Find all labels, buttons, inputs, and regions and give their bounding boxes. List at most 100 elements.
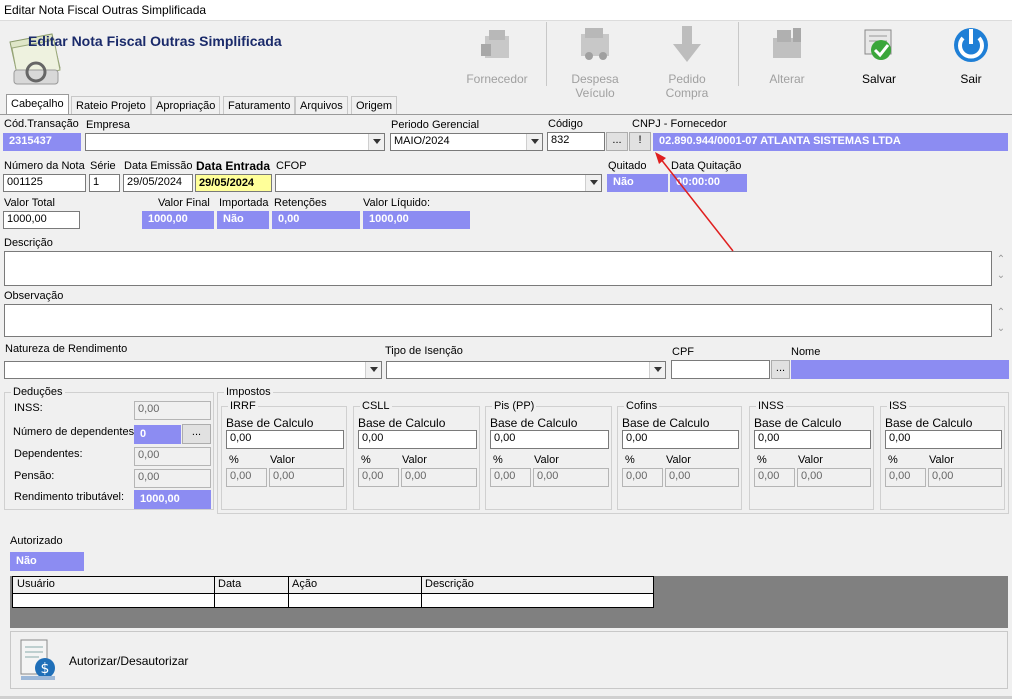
base-calculo-label: Base de Calculo <box>754 416 842 430</box>
scroll-arrows-icon[interactable]: ⌃ ⌄ <box>994 305 1008 337</box>
salvar-label: Salvar <box>861 72 896 86</box>
scroll-arrows-icon[interactable]: ⌃ ⌄ <box>994 252 1008 286</box>
importada-value: Não <box>217 211 269 229</box>
cpf-input[interactable] <box>671 360 770 379</box>
chevron-down-icon[interactable] <box>585 175 601 191</box>
descricao-textarea[interactable] <box>4 251 992 286</box>
autorizar-button[interactable]: $ Autorizar/Desautorizar <box>10 631 1008 689</box>
chevron-down-icon[interactable] <box>649 362 665 378</box>
supplier-icon <box>481 30 509 58</box>
sair-button[interactable]: Sair <box>930 22 1012 88</box>
periodo-select[interactable]: MAIO/2024 <box>390 133 543 151</box>
chevron-down-icon[interactable] <box>368 134 384 150</box>
serie-input[interactable]: 1 <box>89 174 120 192</box>
valor-input[interactable]: 0,00 <box>269 468 344 487</box>
percent-input[interactable]: 0,00 <box>754 468 795 487</box>
base-calculo-input[interactable]: 0,00 <box>490 430 609 449</box>
fornecedor-info-button[interactable]: ! <box>629 132 651 151</box>
valor-input[interactable]: 0,00 <box>533 468 609 487</box>
autorizado-label: Autorizado <box>10 535 63 547</box>
base-calculo-input[interactable]: 0,00 <box>226 430 344 449</box>
percent-input[interactable]: 0,00 <box>885 468 926 487</box>
periodo-label: Periodo Gerencial <box>391 119 480 131</box>
chevron-down-icon[interactable] <box>365 362 381 378</box>
data-emissao-input[interactable]: 29/05/2024 <box>123 174 193 192</box>
cod-transacao-value: 2315437 <box>3 133 81 151</box>
pensao-input[interactable]: 0,00 <box>134 469 211 488</box>
alterar-button[interactable]: Alterar <box>746 22 828 88</box>
tab-apropriacao[interactable]: Apropriação <box>151 96 221 114</box>
percent-label: % <box>757 454 767 466</box>
base-calculo-input[interactable]: 0,00 <box>754 430 871 449</box>
cfop-select[interactable] <box>275 174 602 192</box>
despesa-veiculo-button[interactable]: Despesa Veículo <box>554 22 636 100</box>
base-calculo-input[interactable]: 0,00 <box>622 430 739 449</box>
cfop-label: CFOP <box>276 160 307 172</box>
valor-liquido-value: 1000,00 <box>363 211 470 229</box>
dependentes-button[interactable]: ... <box>182 424 211 444</box>
page-title: Editar Nota Fiscal Outras Simplificada <box>28 33 282 49</box>
valor-total-input[interactable]: 1000,00 <box>3 211 80 229</box>
tax-group-title: IRRF <box>230 400 256 412</box>
valor-input[interactable]: 0,00 <box>797 468 871 487</box>
autorizado-value: Não <box>10 552 84 571</box>
percent-input[interactable]: 0,00 <box>358 468 399 487</box>
chevron-down-icon[interactable] <box>526 134 542 150</box>
serie-label: Série <box>90 160 116 172</box>
tab-arquivos[interactable]: Arquivos <box>295 96 348 114</box>
tab-origem[interactable]: Origem <box>351 96 398 114</box>
descricao-label: Descrição <box>4 237 53 249</box>
despesa-veiculo-label: Despesa Veículo <box>571 72 619 100</box>
base-calculo-input[interactable]: 0,00 <box>885 430 1002 449</box>
annotation-arrow <box>655 152 734 252</box>
toolbar-separator <box>546 22 547 86</box>
authorization-grid[interactable]: Usuário Data Ação Descrição <box>10 576 1008 628</box>
svg-text:$: $ <box>41 661 50 677</box>
inss-input[interactable]: 0,00 <box>134 401 211 420</box>
observacao-textarea[interactable] <box>4 304 992 337</box>
base-calculo-label: Base de Calculo <box>226 416 314 430</box>
window-title: Editar Nota Fiscal Outras Simplificada <box>4 3 207 17</box>
data-entrada-label: Data Entrada <box>196 159 271 173</box>
dependentes-input[interactable]: 0,00 <box>134 447 211 466</box>
valor-input[interactable]: 0,00 <box>665 468 739 487</box>
deducoes-legend: Deduções <box>13 386 63 398</box>
data-entrada-input[interactable]: 29/05/2024 <box>195 174 272 192</box>
retencoes-label: Retenções <box>274 197 327 209</box>
grid-col-divider <box>421 577 422 607</box>
tipo-isencao-select[interactable] <box>386 361 666 379</box>
pedido-compra-button[interactable]: Pedido Compra <box>646 22 728 100</box>
codigo-label: Código <box>548 118 583 130</box>
arrow-down-icon <box>673 26 701 62</box>
salvar-button[interactable]: Salvar <box>838 22 920 88</box>
grid-col-descricao[interactable]: Descrição <box>425 578 474 590</box>
percent-input[interactable]: 0,00 <box>226 468 267 487</box>
impostos-legend: Impostos <box>226 386 271 398</box>
base-calculo-input[interactable]: 0,00 <box>358 430 477 449</box>
base-calculo-label: Base de Calculo <box>490 416 578 430</box>
valor-liquido-label: Valor Líquido: <box>363 197 431 209</box>
cpf-search-button[interactable]: ... <box>771 360 790 379</box>
grid-col-usuario[interactable]: Usuário <box>17 578 55 590</box>
valor-input[interactable]: 0,00 <box>928 468 1002 487</box>
codigo-search-button[interactable]: ... <box>606 132 628 151</box>
natureza-select[interactable] <box>4 361 382 379</box>
tax-group-title: INSS <box>758 400 784 412</box>
num-dependentes-value: 0 <box>134 425 181 444</box>
tax-group-title: Cofins <box>626 400 658 412</box>
empresa-select[interactable] <box>85 133 385 151</box>
fornecedor-button[interactable]: Fornecedor <box>456 22 538 88</box>
sair-label: Sair <box>960 72 982 86</box>
valor-input[interactable]: 0,00 <box>401 468 477 487</box>
valor-label: Valor <box>534 454 559 466</box>
grid-table: Usuário Data Ação Descrição <box>12 576 654 608</box>
tab-faturamento[interactable]: Faturamento <box>223 96 296 114</box>
percent-input[interactable]: 0,00 <box>490 468 531 487</box>
grid-col-acao[interactable]: Ação <box>292 578 317 590</box>
codigo-input[interactable]: 832 <box>547 132 605 151</box>
tab-rateio-projeto[interactable]: Rateio Projeto <box>71 96 151 114</box>
grid-col-data[interactable]: Data <box>218 578 241 590</box>
numero-nota-input[interactable]: 001125 <box>3 174 86 192</box>
percent-input[interactable]: 0,00 <box>622 468 663 487</box>
tab-cabecalho[interactable]: Cabeçalho <box>6 94 69 115</box>
